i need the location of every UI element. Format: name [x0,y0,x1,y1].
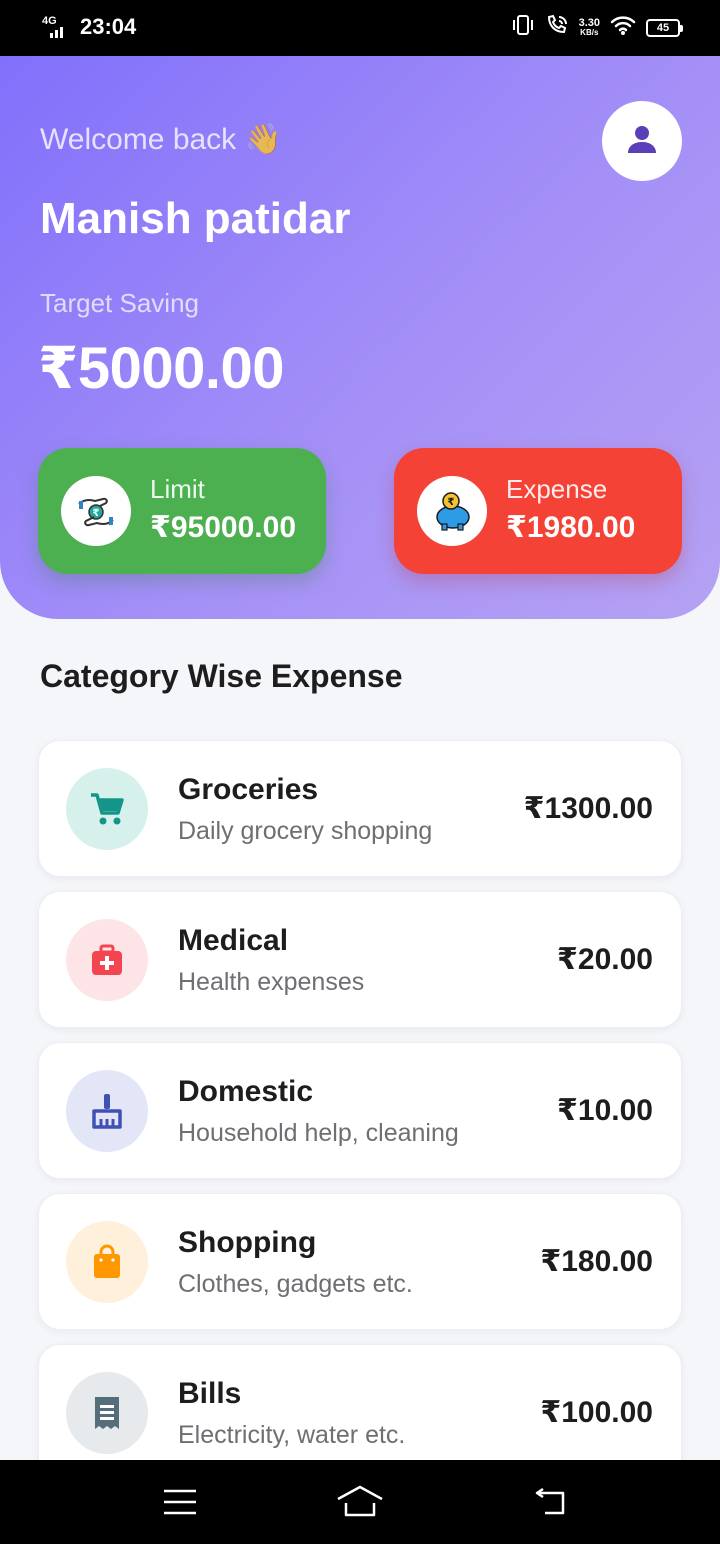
category-card-medical[interactable]: Medical Health expenses ₹20.00 [38,891,682,1028]
category-name: Groceries [178,773,319,806]
category-description: Electricity, water etc. [178,1421,406,1449]
category-list: Groceries Daily grocery shopping ₹1300.0… [38,740,682,1495]
category-name: Medical [178,924,289,957]
limit-value: ₹95000.00 [150,511,297,544]
category-description: Daily grocery shopping [178,817,433,845]
category-card-domestic[interactable]: Domestic Household help, cleaning ₹10.00 [38,1042,682,1179]
category-name: Domestic [178,1075,314,1108]
category-card-shopping[interactable]: Shopping Clothes, gadgets etc. ₹180.00 [38,1193,682,1330]
category-description: Household help, cleaning [178,1119,459,1147]
broom-icon [66,1070,148,1152]
system-nav-bar [0,1460,720,1544]
svg-text:₹: ₹ [448,497,455,508]
person-icon [624,121,660,162]
target-saving-amount: ₹5000.00 [38,336,285,401]
back-icon[interactable] [518,1482,578,1522]
medkit-icon [66,919,148,1001]
category-amount: ₹1300.00 [523,792,653,825]
expense-card[interactable]: ₹ Expense ₹1980.00 [394,448,682,574]
welcome-text: Welcome back 👋 [40,123,282,156]
wifi-call-icon [545,14,569,41]
home-icon[interactable] [330,1482,390,1522]
category-name: Shopping [178,1226,317,1259]
expense-value: ₹1980.00 [506,511,636,544]
vibrate-icon [511,14,535,41]
category-amount: ₹100.00 [540,1396,653,1429]
app-screen: 4G 23:04 3.30 KB/s 45 Welcome back 👋 Man… [0,0,720,1544]
section-title: Category Wise Expense [40,658,403,694]
category-name: Bills [178,1377,242,1410]
expense-label: Expense [506,474,608,504]
cart-icon [66,768,148,850]
piggy-bank-icon: ₹ [417,476,487,546]
receipt-icon [66,1372,148,1454]
status-bar: 4G 23:04 3.30 KB/s 45 [0,0,720,56]
user-name: Manish patidar [40,194,351,243]
battery-icon: 45 [646,18,683,37]
network-type: 4G [42,15,57,27]
network-speed: 3.30 KB/s [578,16,600,37]
menu-icon[interactable] [150,1482,210,1522]
limit-card[interactable]: ₹ Limit ₹95000.00 [38,448,326,574]
header-panel: Welcome back 👋 Manish patidar Target Sav… [0,56,720,619]
wifi-icon [610,14,636,41]
category-amount: ₹180.00 [540,1245,653,1278]
shopping-bag-icon [66,1221,148,1303]
clock: 23:04 [80,14,137,39]
profile-avatar-button[interactable] [602,101,682,181]
category-card-groceries[interactable]: Groceries Daily grocery shopping ₹1300.0… [38,740,682,877]
cellular-signal-icon: 4G [40,14,70,40]
category-description: Clothes, gadgets etc. [178,1270,413,1298]
category-amount: ₹20.00 [557,943,653,976]
category-description: Health expenses [178,968,365,996]
money-hands-icon: ₹ [61,476,131,546]
limit-label: Limit [150,474,205,504]
target-saving-label: Target Saving [40,288,199,318]
battery-level: 45 [656,21,670,34]
category-amount: ₹10.00 [557,1094,653,1127]
